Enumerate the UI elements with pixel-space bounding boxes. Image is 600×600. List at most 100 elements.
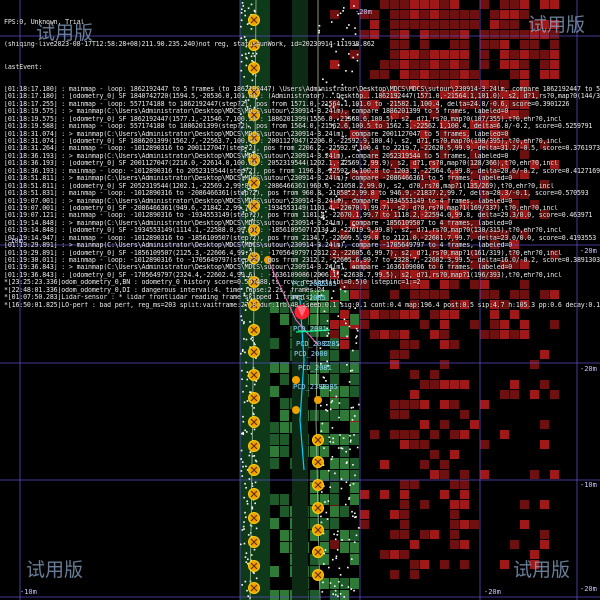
lidar-point [320, 521, 323, 524]
occupancy-cell [400, 410, 409, 419]
occupancy-cell [500, 330, 509, 339]
lidar-point [245, 431, 248, 433]
lidar-point [339, 434, 341, 436]
pose-node [292, 406, 300, 414]
lidar-point [348, 498, 350, 500]
lidar-point [242, 390, 244, 393]
lidar-point [355, 534, 358, 537]
occupancy-cell [380, 490, 389, 499]
lidar-point [340, 447, 342, 449]
lidar-point [240, 543, 242, 546]
occupancy-cell [410, 340, 419, 349]
occupancy-cell [400, 530, 409, 539]
log-lines: [01:18:17.180] : mainmap - loop: 1862192… [4, 86, 600, 309]
grid-label: -10m [6, 237, 23, 245]
occupancy-cell [410, 480, 419, 489]
occupancy-cell [500, 390, 509, 399]
lidar-point [349, 484, 351, 487]
lidar-point [247, 534, 250, 536]
occupancy-cell [390, 570, 399, 579]
map-label: 2385 [321, 383, 338, 391]
log-line: [01:18:36.193] : [odometry_0] SF 2001127… [4, 160, 558, 168]
lidar-point [329, 486, 331, 489]
lidar-point [351, 419, 354, 421]
lidar-point [246, 371, 249, 373]
lidar-point [242, 431, 244, 434]
lidar-point [320, 430, 323, 432]
lidar-point [337, 595, 339, 598]
lidar-point [322, 581, 324, 584]
lidar-point [241, 348, 244, 351]
lidar-point [243, 338, 245, 340]
lidar-point [349, 448, 351, 451]
map-label: PCD_2081 [298, 364, 332, 372]
occupancy-cell [280, 530, 289, 541]
occupancy-cell [450, 520, 459, 529]
occupancy-cell [450, 430, 459, 439]
occupancy-cell [480, 330, 489, 339]
lidar-point [240, 470, 243, 472]
occupancy-cell [270, 458, 279, 469]
occupancy-cell [540, 440, 549, 449]
lidar-point [346, 364, 348, 366]
occupancy-cell [330, 410, 339, 421]
lidar-point [356, 446, 359, 449]
occupancy-cell [330, 398, 339, 409]
lidar-point [341, 539, 343, 541]
lidar-point [246, 378, 249, 381]
occupancy-cell [350, 350, 359, 361]
lidar-point [326, 320, 329, 322]
occupancy-cell [500, 320, 509, 329]
occupancy-cell [460, 490, 469, 499]
lidar-point [350, 407, 353, 409]
occupancy-cell [430, 450, 439, 459]
lidar-point [356, 335, 358, 337]
lidar-point [245, 561, 248, 563]
lidar-point [334, 472, 336, 475]
log-line: [01:19:36.843] : > mainmap(C:\Users\Admi… [4, 264, 513, 272]
lidar-point [325, 511, 328, 514]
lidar-point [246, 400, 249, 402]
lidar-point [353, 541, 356, 544]
lidar-point [254, 343, 256, 346]
occupancy-cell [280, 374, 289, 385]
lidar-point [335, 395, 338, 398]
lidar-point [242, 525, 245, 528]
occupancy-cell [420, 420, 429, 429]
occupancy-cell [400, 500, 409, 509]
occupancy-cell [390, 330, 399, 339]
occupancy-cell [450, 400, 459, 409]
occupancy-cell [330, 470, 339, 481]
lidar-point [357, 527, 360, 529]
occupancy-cell [420, 400, 429, 409]
lidar-point [321, 491, 323, 493]
occupancy-cell [460, 480, 469, 489]
occupancy-cell [350, 530, 359, 541]
lidar-point [240, 352, 242, 355]
occupancy-cell [480, 470, 489, 479]
lidar-point [253, 572, 255, 574]
lidar-point [334, 589, 337, 592]
occupancy-cell [530, 470, 539, 479]
grid-label: -20m [484, 588, 501, 596]
occupancy-cell [270, 386, 279, 397]
lidar-point [243, 401, 246, 404]
lidar-point [322, 563, 325, 565]
occupancy-cell [510, 330, 519, 339]
occupancy-cell [540, 500, 549, 509]
lidar-point [240, 449, 243, 452]
occupancy-cell [390, 550, 399, 559]
lidar-point [241, 369, 243, 372]
lidar-point [329, 408, 332, 411]
lidar-point [244, 580, 247, 583]
log-line: [01:18:17.255] : mainmap - loop: 5571741… [4, 100, 570, 108]
lidar-point [248, 478, 251, 480]
occupancy-cell [400, 340, 409, 349]
lidar-point [241, 378, 243, 381]
log-line: [01:18:19.588] : mainmap - loop: 5571741… [4, 123, 593, 131]
occupancy-cell [360, 520, 369, 529]
lidar-point [241, 319, 243, 322]
occupancy-cell [530, 360, 539, 369]
occupancy-cell [270, 566, 279, 577]
occupancy-cell [530, 390, 539, 399]
